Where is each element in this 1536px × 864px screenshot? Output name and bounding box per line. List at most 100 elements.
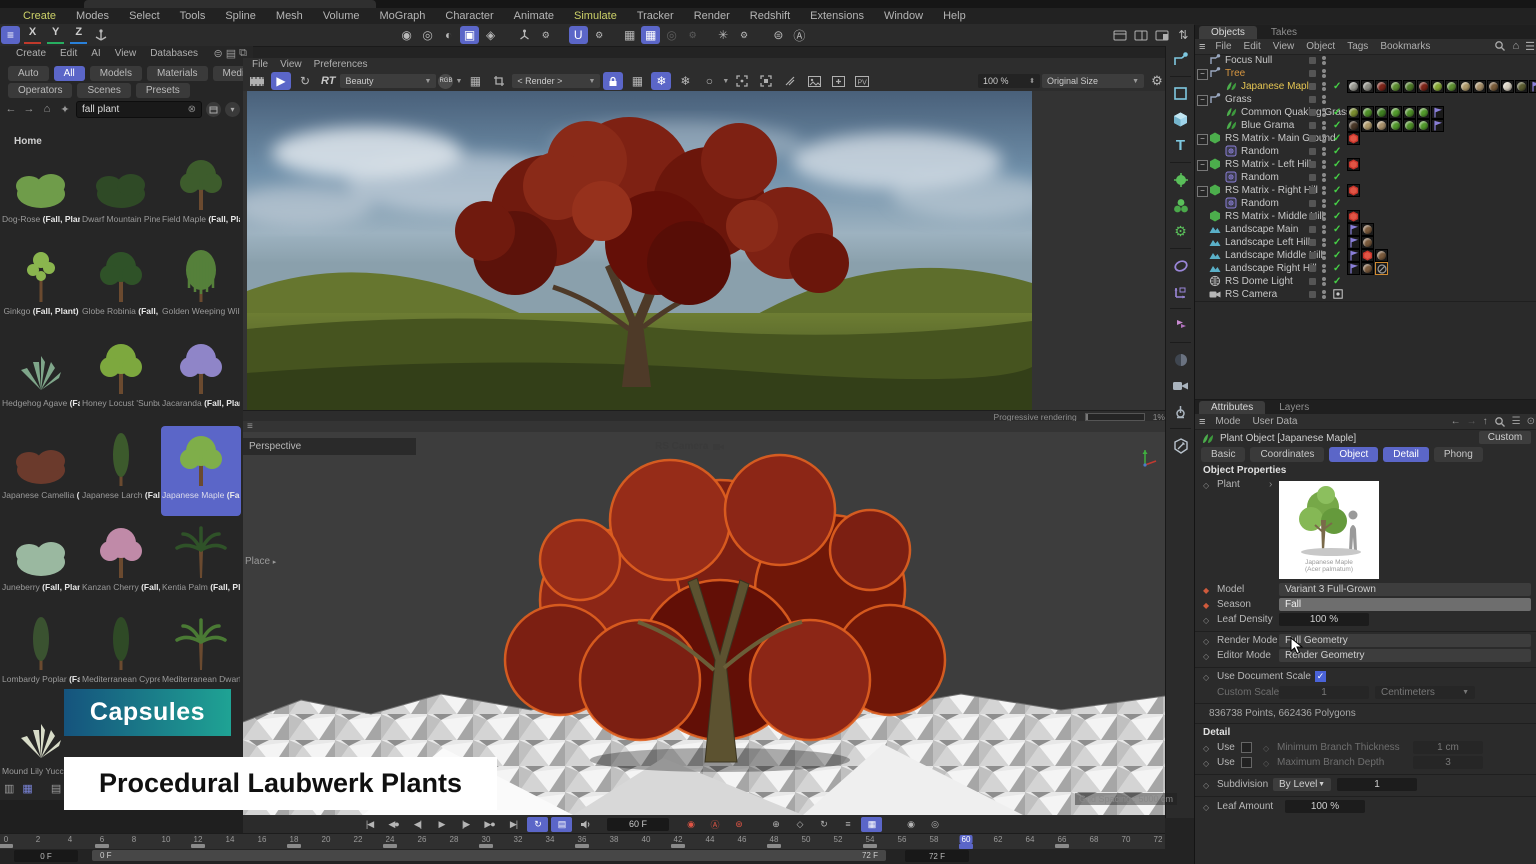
om-menu-edit[interactable]: Edit	[1238, 41, 1267, 52]
field-tool-icon[interactable]: ⚙	[1171, 222, 1190, 241]
material-swatch[interactable]	[1389, 106, 1402, 119]
ruler-frame-36[interactable]: 36	[578, 835, 587, 844]
leaf-density-anim-dot[interactable]: ◇	[1203, 616, 1209, 625]
layer-chip[interactable]	[1309, 213, 1316, 220]
flag-tag-icon[interactable]	[1347, 236, 1360, 249]
rv-menu-view[interactable]: View	[275, 59, 307, 70]
attr-search-icon[interactable]	[1494, 416, 1506, 428]
visibility-dots[interactable]	[1322, 160, 1326, 169]
tree-row-rs-dome-light-17[interactable]: RS Dome Light✓	[1195, 275, 1536, 288]
breadcrumb[interactable]: Home	[14, 136, 42, 147]
layer-chip[interactable]	[1309, 174, 1316, 181]
rs-tag-icon[interactable]	[1347, 184, 1360, 197]
attr-lock-icon[interactable]: ⊙	[1527, 416, 1535, 428]
max-branch-anim-dot[interactable]: ◇	[1263, 759, 1269, 768]
magnet-icon[interactable]: U	[569, 26, 588, 44]
max-branch-field[interactable]: 3	[1413, 756, 1483, 769]
butterfly-sim-icon[interactable]: ✳	[714, 26, 733, 44]
leaf-amount-anim-dot[interactable]: ◇	[1203, 803, 1209, 812]
quantize-icon[interactable]: ▦	[641, 26, 660, 44]
ruler-frame-52[interactable]: 52	[834, 835, 843, 844]
menu-volume[interactable]: Volume	[314, 10, 369, 22]
asset-item-juneberry[interactable]: Juneberry (Fall, Plant)	[1, 518, 81, 608]
visibility-dots[interactable]	[1322, 251, 1326, 260]
layer-chip[interactable]	[1309, 161, 1316, 168]
material-swatch[interactable]	[1473, 80, 1486, 93]
custom-scale-field[interactable]: 1	[1279, 686, 1369, 699]
menu-modes[interactable]: Modes	[67, 10, 118, 22]
ruler-frame-6[interactable]: 6	[100, 835, 104, 844]
om-filter-icon[interactable]: ☰	[1525, 40, 1535, 53]
material-swatch[interactable]	[1417, 106, 1430, 119]
hierarchy-gear-icon[interactable]: ⚙	[536, 26, 555, 44]
phong-tag-icon[interactable]	[1431, 119, 1444, 132]
visibility-dots[interactable]	[1322, 134, 1326, 143]
maple-tree-viewport[interactable]	[420, 430, 1010, 775]
subdivision-field[interactable]: 1	[1337, 778, 1417, 791]
image-icon[interactable]	[804, 72, 824, 90]
cube-tool-icon[interactable]	[1171, 110, 1190, 129]
cloner-tool-icon[interactable]	[1171, 196, 1190, 215]
om-menu-bookmarks[interactable]: Bookmarks	[1374, 41, 1436, 52]
window-tab[interactable]	[84, 0, 376, 8]
add-folder-icon[interactable]: ✦	[58, 103, 72, 116]
ruler-frame-40[interactable]: 40	[642, 835, 651, 844]
visibility-dots[interactable]	[1322, 238, 1326, 247]
enabled-check-icon[interactable]: ✓	[1333, 249, 1341, 262]
material-swatch[interactable]	[1347, 119, 1360, 132]
menu-spline[interactable]: Spline	[216, 10, 265, 22]
layer-chip[interactable]	[1309, 70, 1316, 77]
layer-chip[interactable]	[1309, 265, 1316, 272]
enabled-check-icon[interactable]: ✓	[1333, 236, 1341, 249]
ruler-frame-14[interactable]: 14	[226, 835, 235, 844]
ruler-frame-16[interactable]: 16	[258, 835, 267, 844]
record-btn-2[interactable]: ⊛	[728, 817, 749, 832]
om-burger-icon[interactable]: ≡	[1199, 41, 1205, 53]
sphere-tag-icon[interactable]	[1361, 262, 1374, 275]
lock-icon[interactable]	[603, 72, 623, 90]
min-branch-anim-dot[interactable]: ◇	[1263, 744, 1269, 753]
enabled-check-icon[interactable]: ✓	[1333, 80, 1341, 93]
leaf-density-field[interactable]: 100 %	[1279, 613, 1369, 626]
layer-chip[interactable]	[1309, 57, 1316, 64]
visibility-dots[interactable]	[1322, 82, 1326, 91]
asset-icon[interactable]: Ⓐ	[790, 26, 809, 44]
visibility-dots[interactable]	[1322, 108, 1326, 117]
key-btn-4[interactable]: ▦	[861, 817, 882, 832]
transport-btn-5[interactable]: ▶●	[479, 817, 500, 832]
ruler-frame-50[interactable]: 50	[802, 835, 811, 844]
transport-btn-4[interactable]: |▶	[455, 817, 476, 832]
material-swatch[interactable]	[1417, 119, 1430, 132]
material-swatch[interactable]	[1445, 80, 1458, 93]
ruler-frame-42[interactable]: 42	[674, 835, 683, 844]
swap-panels-icon[interactable]: ⇅	[1174, 26, 1193, 44]
hierarchy-icon[interactable]	[515, 26, 534, 44]
subdivision-anim-dot[interactable]: ◇	[1203, 781, 1209, 790]
tree-row-japanese-maple-2[interactable]: Japanese Maple✓	[1195, 80, 1536, 93]
capsule-icon[interactable]: ⊜	[769, 26, 788, 44]
ruler-frame-12[interactable]: 12	[194, 835, 203, 844]
tab-objects[interactable]: Objects	[1199, 26, 1257, 39]
am-menu-ai[interactable]: AI	[85, 48, 106, 59]
attr-forward-icon[interactable]: →	[1467, 416, 1477, 428]
enabled-check-icon[interactable]: ✓	[1333, 262, 1341, 275]
material-swatch[interactable]	[1431, 80, 1444, 93]
ruler-frame-64[interactable]: 64	[1026, 835, 1035, 844]
ruler-frame-34[interactable]: 34	[546, 835, 555, 844]
attr-back-icon[interactable]: ←	[1451, 416, 1461, 428]
ruler-frame-28[interactable]: 28	[450, 835, 459, 844]
attr-tab-object[interactable]: Object	[1329, 447, 1378, 462]
custom-scale-unit-dropdown[interactable]: Centimeters▼	[1375, 686, 1475, 699]
am-menu-view[interactable]: View	[109, 48, 143, 59]
layer-chip[interactable]	[1309, 122, 1316, 129]
attr-filter-icon[interactable]: ☰	[1512, 416, 1521, 428]
menu-extensions[interactable]: Extensions	[801, 10, 873, 22]
key-btn-2[interactable]: ↻	[813, 817, 834, 832]
range-end-chip[interactable]: 72 F	[905, 850, 969, 862]
attr-tab-phong[interactable]: Phong	[1434, 447, 1483, 462]
key-btn-1[interactable]: ◇	[789, 817, 810, 832]
coordinate-system-icon[interactable]	[91, 26, 110, 44]
material-swatch[interactable]	[1403, 80, 1416, 93]
rs-tag-icon[interactable]	[1361, 249, 1374, 262]
enabled-check-icon[interactable]: ✓	[1333, 171, 1341, 184]
